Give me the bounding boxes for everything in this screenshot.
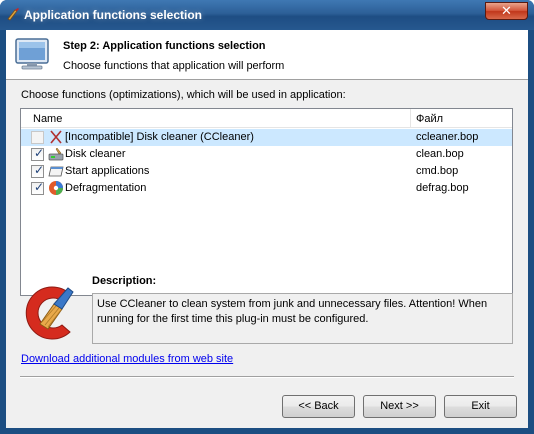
check-mark-icon: ✓ [34, 180, 45, 194]
exit-button[interactable]: Exit [444, 395, 517, 418]
disk-cleaner-icon [48, 147, 64, 161]
step-title: Step 2: Application functions selection [63, 40, 266, 52]
title-bar[interactable]: Application functions selection ✕ [0, 0, 534, 30]
functions-label: Choose functions (optimizations), which … [21, 89, 346, 101]
column-divider[interactable] [410, 109, 411, 128]
wizard-body: Step 2: Application functions selection … [6, 30, 528, 428]
check-mark-icon: ✓ [34, 163, 45, 177]
defragmentation-icon [49, 181, 63, 195]
monitor-icon [15, 38, 49, 70]
check-mark-icon: ✓ [34, 146, 45, 160]
divider [20, 376, 514, 378]
list-item-defragmentation[interactable]: ✓ Defragmentation defrag.bop [21, 180, 512, 197]
checkbox-disk-cleaner[interactable]: ✓ [31, 146, 45, 161]
description-text: Use CCleaner to clean system from junk a… [92, 293, 513, 344]
ccleaner-logo-icon [25, 286, 74, 340]
list-header: Name Файл [21, 109, 512, 128]
list-item-disk-cleaner[interactable]: ✓ Disk cleaner clean.bop [21, 146, 512, 163]
item-name: Start applications [65, 165, 150, 177]
app-icon [7, 8, 19, 21]
wizard-header: Step 2: Application functions selection … [6, 30, 528, 80]
item-name: [Incompatible] Disk cleaner (CCleaner) [65, 131, 254, 143]
description-label: Description: [92, 275, 157, 287]
step-subtitle: Choose functions that application will p… [63, 60, 285, 72]
start-applications-icon [48, 166, 64, 177]
checkbox-start-applications[interactable]: ✓ [31, 163, 45, 178]
column-header-name[interactable]: Name [33, 113, 62, 125]
window-title: Application functions selection [24, 8, 203, 22]
item-name: Disk cleaner [65, 148, 126, 160]
download-modules-link[interactable]: Download additional modules from web sit… [21, 353, 233, 365]
checkbox-ccleaner [31, 131, 44, 144]
functions-list[interactable]: Name Файл [Incompatible] Disk cleaner (C… [20, 108, 513, 296]
item-file: cmd.bop [416, 165, 459, 177]
close-button[interactable]: ✕ [485, 2, 528, 20]
incompatible-x-icon [50, 130, 62, 144]
item-name: Defragmentation [65, 182, 147, 194]
close-icon: ✕ [501, 3, 512, 18]
list-item-start-applications[interactable]: ✓ Start applications cmd.bop [21, 163, 512, 180]
column-header-file[interactable]: Файл [416, 113, 443, 125]
item-file: clean.bop [416, 148, 464, 160]
application-window: Application functions selection ✕ Step 2… [0, 0, 534, 434]
back-button[interactable]: << Back [282, 395, 355, 418]
item-file: defrag.bop [416, 182, 469, 194]
next-button[interactable]: Next >> [363, 395, 436, 418]
checkbox-defragmentation[interactable]: ✓ [31, 180, 45, 195]
item-file: ccleaner.bop [416, 131, 479, 143]
list-item-ccleaner[interactable]: [Incompatible] Disk cleaner (CCleaner) c… [21, 129, 512, 146]
